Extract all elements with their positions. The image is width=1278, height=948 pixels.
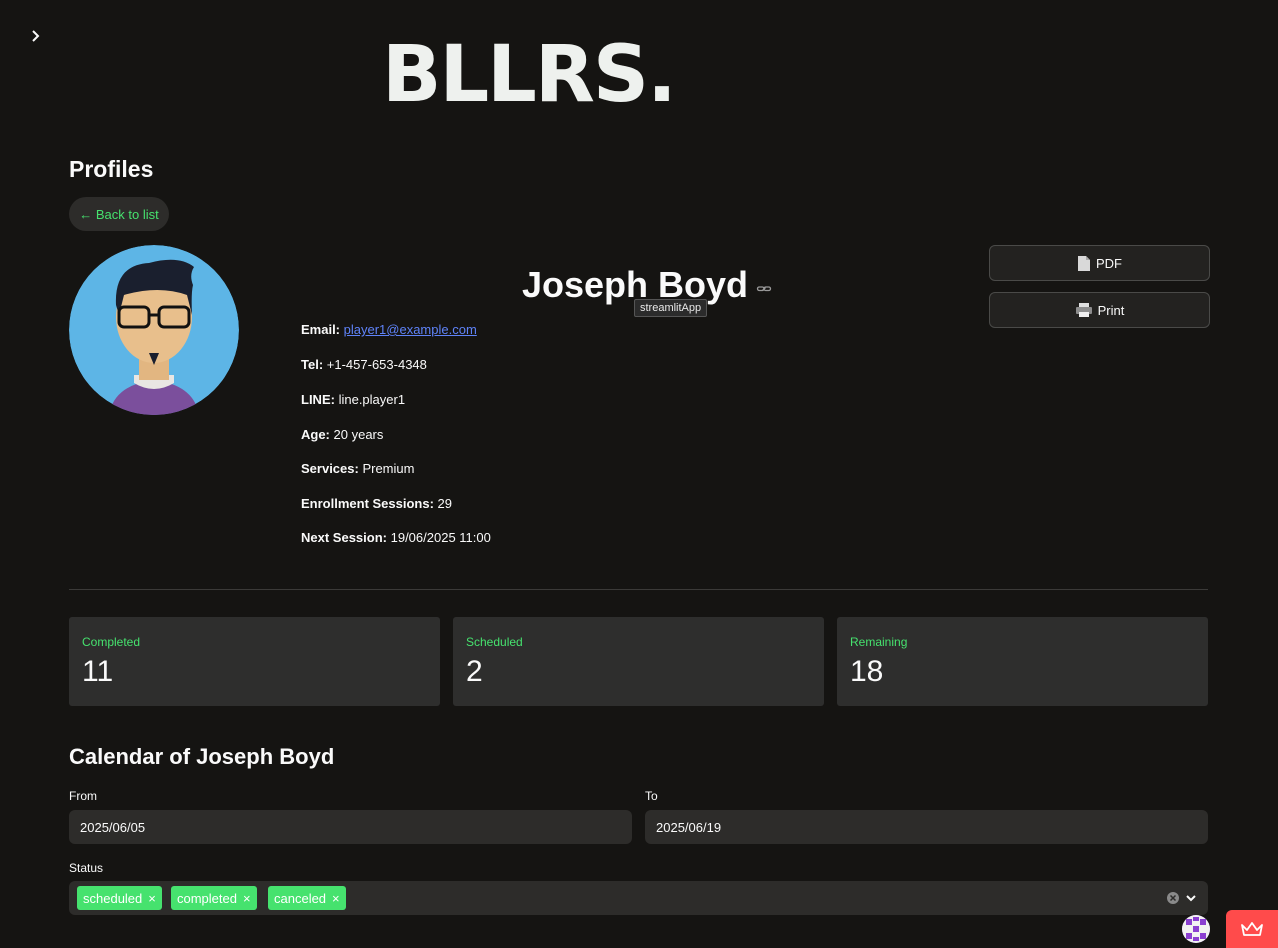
crown-icon	[1241, 922, 1263, 936]
print-button-label: Print	[1097, 302, 1125, 318]
info-label: Next Session:	[301, 530, 387, 545]
tag-label: canceled	[274, 890, 327, 906]
status-label: Status	[69, 861, 104, 875]
divider	[69, 589, 1208, 590]
info-row-age: Age: 20 years	[301, 427, 383, 442]
status-tag-canceled[interactable]: canceled ×	[268, 886, 346, 910]
info-value: line.player1	[338, 392, 406, 407]
app-avatar-badge[interactable]	[1182, 915, 1210, 943]
document-icon	[1078, 255, 1090, 271]
info-value: +1-457-653-4348	[326, 357, 427, 372]
info-row-line: LINE: line.player1	[301, 392, 405, 407]
tooltip: streamlitApp	[634, 299, 708, 317]
metric-remaining: Remaining 18	[837, 617, 1208, 706]
tag-label: scheduled	[83, 890, 143, 906]
print-button[interactable]: Print	[989, 292, 1210, 328]
sidebar-expand-button[interactable]	[26, 26, 46, 46]
tag-remove-icon[interactable]: ×	[148, 891, 156, 906]
back-to-list-button[interactable]: ← Back to list	[69, 197, 169, 231]
info-label: Enrollment Sessions:	[301, 496, 434, 511]
metric-label: Completed	[82, 635, 141, 649]
info-label: Services:	[301, 461, 359, 476]
from-label: From	[69, 789, 97, 803]
streamlit-hosted-badge[interactable]	[1226, 910, 1278, 948]
metric-value: 2	[466, 655, 483, 688]
info-value: 20 years	[333, 427, 384, 442]
pixel-avatar-icon	[1182, 915, 1210, 943]
metric-scheduled: Scheduled 2	[453, 617, 824, 706]
info-label: LINE:	[301, 392, 335, 407]
info-row-tel: Tel: +1-457-653-4348	[301, 357, 427, 372]
chevron-down-icon[interactable]	[1184, 891, 1198, 905]
to-label: To	[645, 789, 658, 803]
printer-icon	[1075, 303, 1092, 317]
clear-all-icon[interactable]	[1166, 891, 1180, 905]
metric-completed: Completed 11	[69, 617, 440, 706]
info-label: Age:	[301, 427, 330, 442]
status-multiselect[interactable]: scheduled × completed × canceled ×	[69, 881, 1208, 915]
metric-label: Scheduled	[466, 635, 523, 649]
page-title: Profiles	[69, 156, 154, 182]
from-date-input[interactable]	[69, 810, 632, 844]
info-row-next-session: Next Session: 19/06/2025 11:00	[301, 530, 491, 545]
pdf-button-label: PDF	[1096, 255, 1122, 271]
info-value: 29	[437, 496, 453, 511]
chevron-right-icon	[32, 30, 40, 42]
brand-logo: BLLRS.	[382, 30, 677, 120]
email-link[interactable]: player1@example.com	[344, 322, 477, 337]
tag-label: completed	[177, 890, 237, 906]
info-label: Tel:	[301, 357, 324, 372]
calendar-title: Calendar of Joseph Boyd	[69, 744, 335, 769]
info-row-enrollment-sessions: Enrollment Sessions: 29	[301, 496, 452, 511]
anchor-link-icon[interactable]	[756, 280, 772, 296]
info-value: 19/06/2025 11:00	[390, 530, 491, 545]
metric-label: Remaining	[850, 635, 908, 649]
avatar	[69, 245, 239, 415]
info-value: Premium	[362, 461, 415, 476]
to-date-input[interactable]	[645, 810, 1208, 844]
info-row-services: Services: Premium	[301, 461, 414, 476]
info-row-email: Email: player1@example.com	[301, 322, 477, 337]
pdf-button[interactable]: PDF	[989, 245, 1210, 281]
tag-remove-icon[interactable]: ×	[332, 891, 340, 906]
info-label: Email:	[301, 322, 341, 337]
status-tag-scheduled[interactable]: scheduled ×	[77, 886, 162, 910]
tag-remove-icon[interactable]: ×	[243, 891, 251, 906]
metric-value: 11	[82, 655, 114, 688]
metric-value: 18	[850, 655, 884, 688]
status-tag-completed[interactable]: completed ×	[171, 886, 257, 910]
